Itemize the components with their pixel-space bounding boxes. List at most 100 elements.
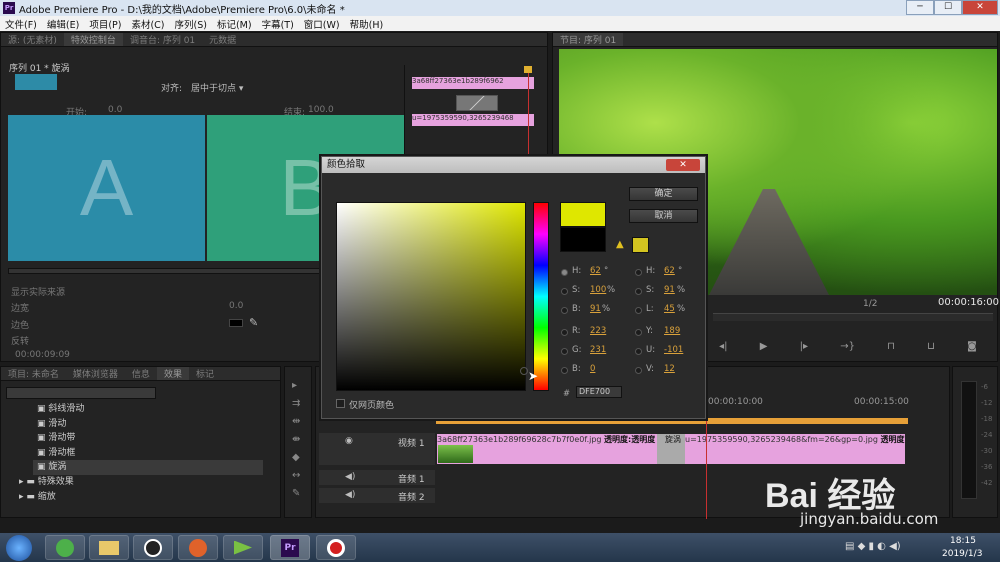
color-cursor[interactable] — [520, 367, 528, 375]
radio-y[interactable] — [635, 329, 642, 336]
menu-help[interactable]: 帮助(H) — [345, 17, 389, 31]
ec-timecode[interactable]: 00:00:09:09 — [15, 350, 70, 360]
folder-zoom[interactable]: ▸ ▬ 缩放 — [19, 490, 74, 505]
start-button[interactable] — [6, 535, 32, 561]
program-scrub-bar[interactable] — [713, 313, 993, 321]
list-item-selected[interactable]: ▣ 旋涡 — [33, 460, 263, 475]
menu-clip[interactable]: 素材(C) — [126, 17, 169, 31]
selection-tool-icon[interactable]: ▸ — [292, 377, 300, 395]
radio-hsb-b[interactable] — [561, 307, 568, 314]
clock-date[interactable]: 2019/1/3 — [942, 549, 982, 559]
effects-search-input[interactable] — [6, 387, 156, 399]
tab-project[interactable]: 项目: 未命名 — [1, 367, 66, 380]
radio-g[interactable] — [561, 348, 568, 355]
yuv-u-value[interactable]: -101 — [664, 345, 683, 355]
hsb-s-value[interactable]: 100 — [590, 285, 606, 295]
razor-tool-icon[interactable]: ◆ — [292, 449, 300, 467]
dialog-close-button[interactable]: ✕ — [666, 159, 700, 171]
pen-tool-icon[interactable]: ✎ — [292, 485, 300, 503]
step-forward-icon[interactable]: |▸ — [800, 341, 808, 357]
cancel-button[interactable]: 取消 — [629, 209, 698, 223]
mini-clip-b[interactable]: u=1975359590,3265239468 — [412, 114, 534, 126]
radio-hsl-s[interactable] — [635, 288, 642, 295]
hsl-h-value[interactable]: 62 — [664, 266, 675, 276]
menu-marker[interactable]: 标记(M) — [212, 17, 257, 31]
web-only-checkbox[interactable] — [336, 399, 345, 408]
tab-program[interactable]: 节目: 序列 01 — [553, 33, 624, 46]
start-value[interactable]: 0.0 — [108, 105, 122, 115]
yuv-y-value[interactable]: 189 — [664, 326, 680, 336]
align-dropdown[interactable]: 居中于切点 ▾ — [191, 81, 243, 94]
menu-sequence[interactable]: 序列(S) — [170, 17, 212, 31]
tray-icons[interactable]: ▤ ◆ ▮ ◐ ◀) — [845, 541, 901, 552]
tab-markers[interactable]: 标记 — [189, 367, 221, 380]
rate-tool-icon[interactable]: ⇼ — [292, 431, 300, 449]
close-button[interactable]: ✕ — [962, 0, 998, 15]
minimize-button[interactable]: ─ — [906, 0, 934, 15]
extract-icon[interactable]: ⊔ — [927, 341, 935, 357]
tab-audio-mixer[interactable]: 调音台: 序列 01 — [123, 33, 202, 46]
hsb-h-value[interactable]: 62 — [590, 266, 601, 276]
tab-effect-controls[interactable]: 特效控制台 — [63, 33, 123, 46]
taskbar-explorer-icon[interactable] — [89, 535, 129, 560]
menu-file[interactable]: 文件(F) — [0, 17, 42, 31]
clip-b[interactable]: u=1975359590,3265239468&fm=26&gp=0.jpg 透… — [685, 434, 905, 464]
hsl-l-value[interactable]: 45 — [664, 304, 675, 314]
border-color-swatch[interactable] — [229, 319, 243, 327]
menu-edit[interactable]: 编辑(E) — [42, 17, 84, 31]
tab-metadata[interactable]: 元数据 — [202, 33, 243, 46]
clock-time[interactable]: 18:15 — [950, 536, 976, 546]
yuv-v-value[interactable]: 12 — [664, 364, 675, 374]
mini-clip-a[interactable]: 3a68ff27363e1b289f6962 — [412, 77, 534, 89]
list-item[interactable]: ▣ 滑动框 — [37, 446, 263, 461]
tab-media-browser[interactable]: 媒体浏览器 — [66, 367, 125, 380]
rgb-g-value[interactable]: 231 — [590, 345, 606, 355]
eyedropper-icon[interactable]: ✎ — [249, 316, 258, 329]
timeline-playhead[interactable] — [706, 391, 707, 519]
taskbar-qq-icon[interactable] — [133, 535, 173, 560]
tab-source[interactable]: 源: (无素材) — [1, 33, 64, 46]
taskbar-record-icon[interactable] — [316, 535, 356, 560]
list-item[interactable]: ▣ 斜线滑动 — [37, 402, 263, 417]
ok-button[interactable]: 确定 — [629, 187, 698, 201]
clip-a[interactable]: 3a68ff27363e1b289f69628c7b7f0e0f.jpg 透明度… — [437, 434, 671, 464]
tab-info[interactable]: 信息 — [125, 367, 157, 380]
track-select-tool-icon[interactable]: ⇉ — [292, 395, 300, 413]
hex-input[interactable]: DFE700 — [576, 386, 622, 398]
speaker-icon[interactable]: ◀) — [345, 472, 355, 482]
gamut-color-swatch[interactable] — [632, 237, 649, 253]
hsb-b-value[interactable]: 91 — [590, 304, 601, 314]
radio-hsb-h[interactable] — [561, 269, 568, 276]
rgb-r-value[interactable]: 223 — [590, 326, 606, 336]
taskbar-media-icon[interactable] — [223, 535, 263, 560]
list-item[interactable]: ▣ 滑动带 — [37, 431, 263, 446]
radio-hsb-s[interactable] — [561, 288, 568, 295]
rgb-b-value[interactable]: 0 — [590, 364, 595, 374]
lift-icon[interactable]: ⊓ — [887, 341, 895, 357]
radio-hsl-h[interactable] — [635, 269, 642, 276]
saturation-brightness-field[interactable] — [336, 202, 528, 391]
list-item[interactable]: ▣ 滑动 — [37, 417, 263, 432]
taskbar-premiere-icon[interactable]: Pr — [270, 535, 310, 560]
slip-tool-icon[interactable]: ↔ — [292, 467, 300, 485]
end-value[interactable]: 100.0 — [308, 105, 334, 115]
radio-hsl-l[interactable] — [635, 307, 642, 314]
taskbar-browser-icon[interactable] — [45, 535, 85, 560]
folder-special-effects[interactable]: ▸ ▬ 特殊效果 — [19, 475, 74, 490]
menu-title[interactable]: 字幕(T) — [257, 17, 299, 31]
menu-window[interactable]: 窗口(W) — [299, 17, 345, 31]
radio-u[interactable] — [635, 348, 642, 355]
step-back-icon[interactable]: ◂| — [719, 341, 727, 357]
go-to-out-icon[interactable]: →} — [840, 341, 855, 357]
radio-r[interactable] — [561, 329, 568, 336]
hue-slider[interactable] — [533, 202, 549, 391]
mini-transition[interactable] — [456, 95, 498, 111]
border-width-value[interactable]: 0.0 — [229, 301, 243, 311]
ripple-tool-icon[interactable]: ⇹ — [292, 413, 300, 431]
taskbar-firefox-icon[interactable] — [178, 535, 218, 560]
play-icon[interactable]: ▶ — [760, 341, 768, 357]
tab-effects[interactable]: 效果 — [156, 367, 189, 380]
warning-icon[interactable]: ▲ — [616, 239, 624, 250]
zoom-fraction[interactable]: 1/2 — [863, 299, 877, 309]
camera-icon[interactable]: ◙ — [967, 341, 977, 357]
